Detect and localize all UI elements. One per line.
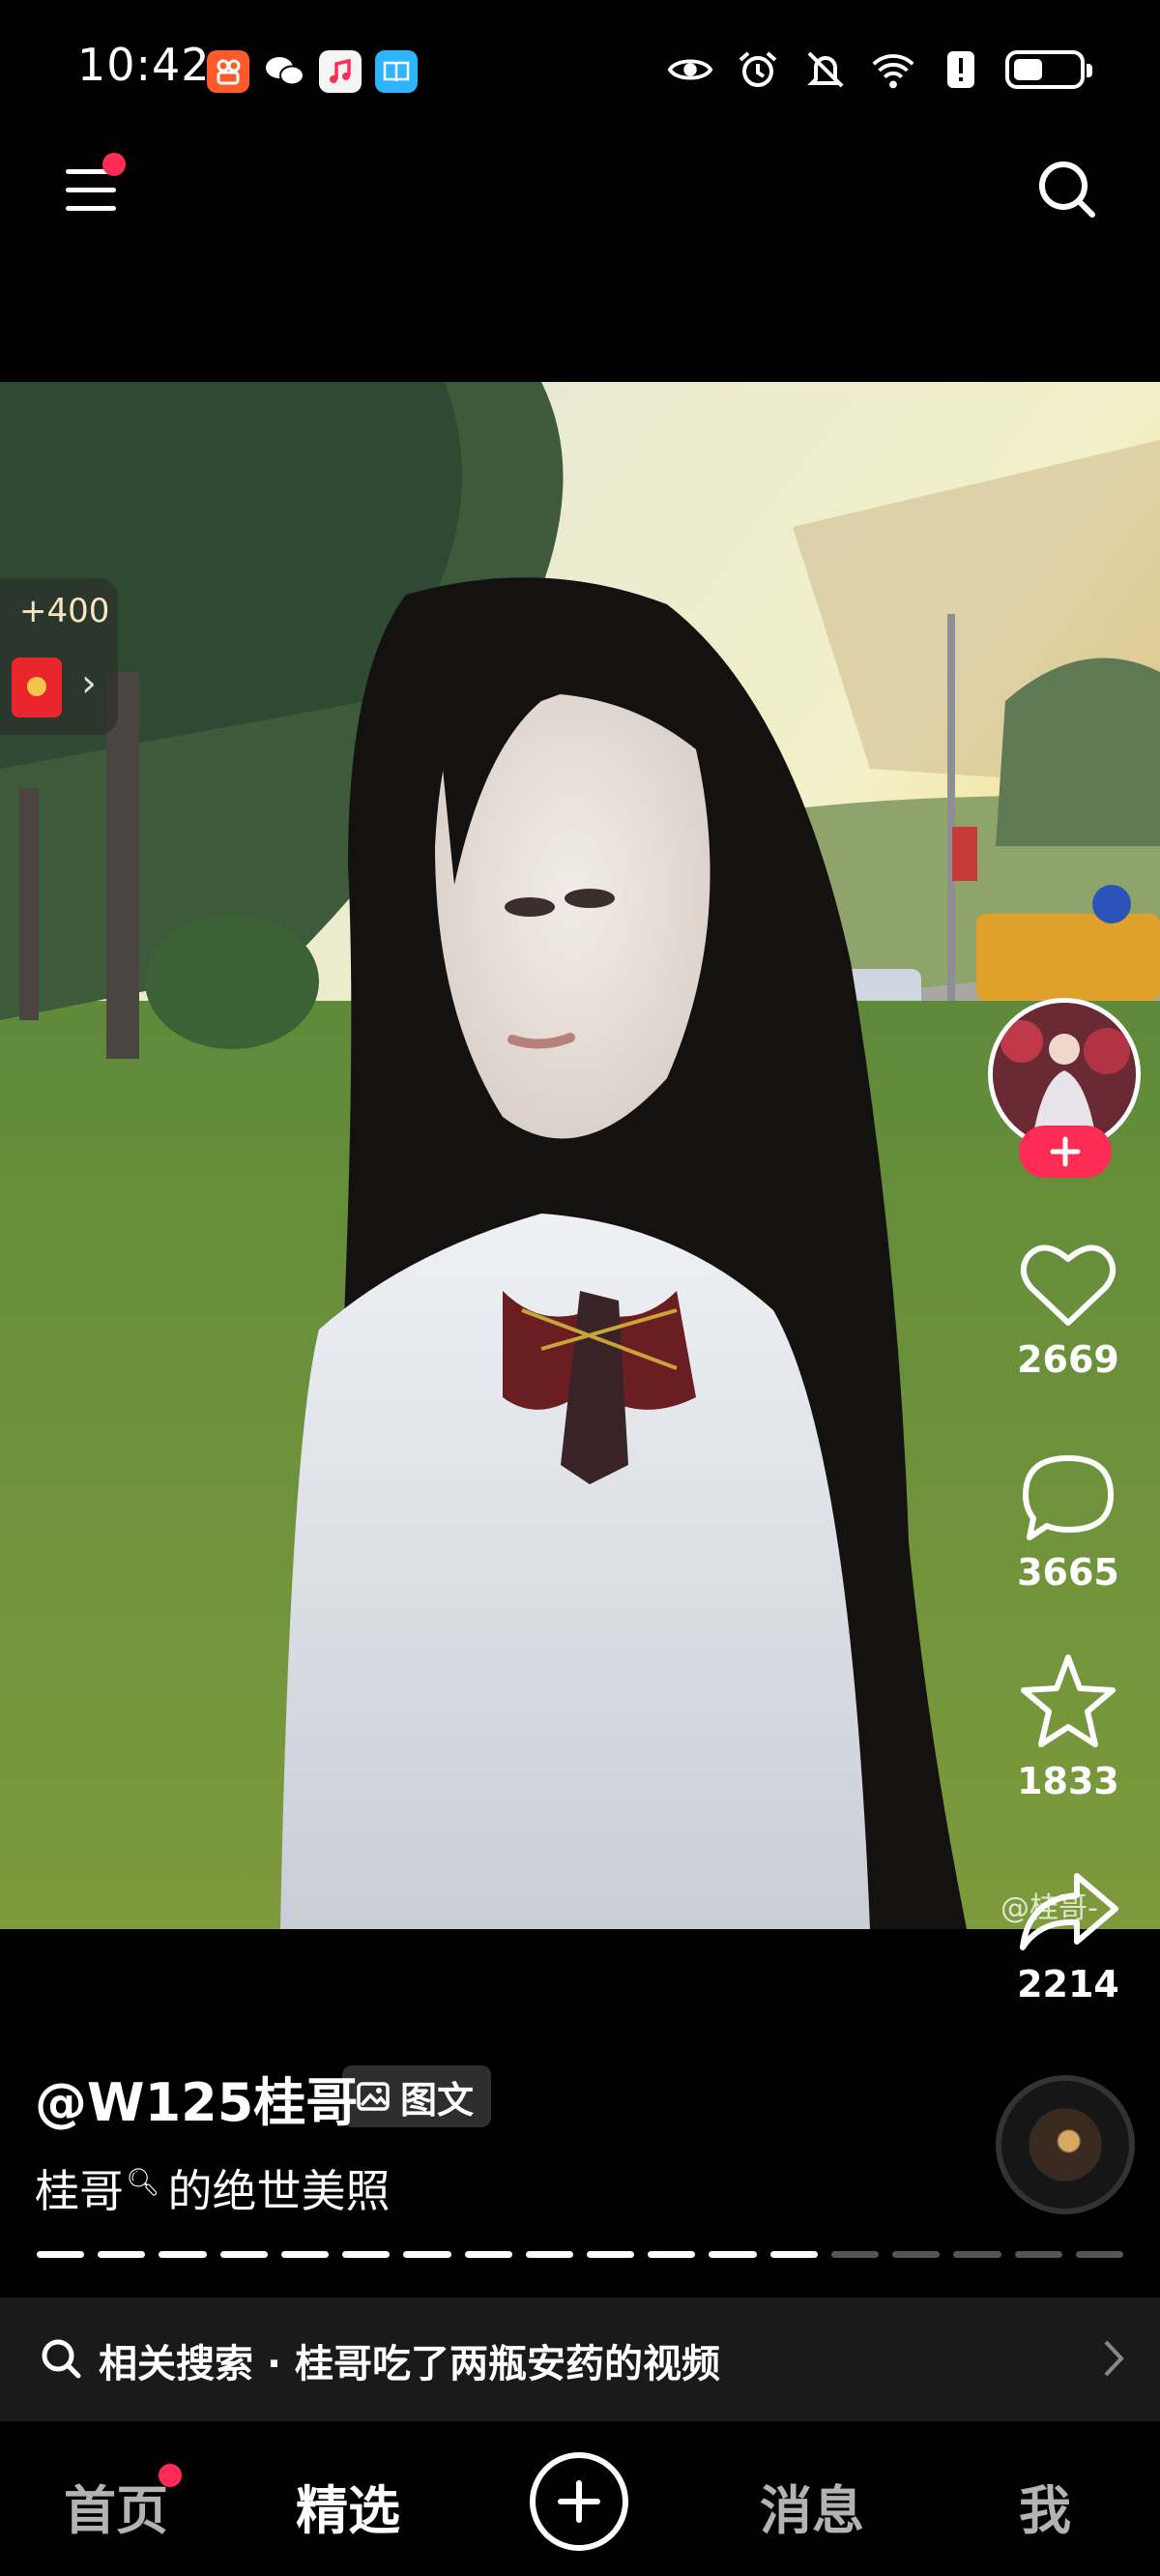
kuaishou-icon — [207, 50, 249, 93]
tab-home[interactable]: 首页 — [64, 2468, 168, 2544]
search-icon — [1039, 161, 1095, 218]
search-button[interactable] — [1032, 155, 1102, 224]
post-caption: 桂哥🔍︎ 的绝世美照 — [35, 2156, 391, 2220]
status-bar: 10:42 — [0, 0, 1160, 145]
reader-icon — [375, 50, 418, 93]
tab-me[interactable]: 我 — [1019, 2468, 1071, 2544]
plus-icon — [558, 2480, 600, 2523]
progress-segment — [586, 2251, 635, 2258]
star-icon — [1021, 1654, 1116, 1747]
plus-icon — [1050, 1136, 1081, 1167]
photo-watermark: @桂哥- — [1000, 1891, 1098, 1925]
image-icon — [357, 2082, 390, 2111]
progress-segment — [159, 2251, 207, 2258]
progress-segment — [648, 2251, 696, 2258]
battery-level — [1014, 59, 1042, 80]
related-search-bar[interactable]: 相关搜索 · 桂哥吃了两瓶安药的视频 — [0, 2298, 1160, 2421]
progress-segment — [98, 2251, 146, 2258]
comment-button[interactable]: 3665 — [996, 1450, 1141, 1594]
follow-button[interactable] — [1019, 1126, 1112, 1178]
progress-segment — [1014, 2251, 1062, 2258]
notification-app-icons — [207, 50, 418, 93]
create-button[interactable] — [530, 2452, 628, 2551]
music-icon — [319, 50, 362, 93]
alert-icon — [938, 46, 984, 93]
status-time: 10:42 — [77, 39, 211, 91]
menu-notification-dot — [102, 153, 126, 176]
home-notification-dot — [159, 2464, 182, 2487]
avatar-image — [993, 1003, 1136, 1146]
like-button[interactable]: 2669 — [996, 1238, 1141, 1381]
progress-segment — [342, 2251, 391, 2258]
post-type-badge: 图文 — [342, 2065, 492, 2127]
comment-count: 3665 — [1017, 1551, 1119, 1594]
music-disc[interactable] — [996, 2075, 1135, 2214]
related-search-text: 相关搜索 · 桂哥吃了两瓶安药的视频 — [99, 2342, 721, 2386]
progress-segment — [525, 2251, 573, 2258]
progress-segment — [1075, 2251, 1123, 2258]
search-keyword-icon: 🔍︎ — [126, 2165, 160, 2198]
progress-segment — [280, 2251, 330, 2258]
battery-icon — [1005, 50, 1092, 89]
caption-text: 的绝世美照 — [167, 2165, 391, 2217]
heart-icon — [1020, 1244, 1116, 1326]
chevron-right-icon — [1104, 2340, 1124, 2377]
favorite-count: 1833 — [1017, 1760, 1119, 1802]
progress-segment — [953, 2251, 1001, 2258]
progress-segment — [709, 2251, 757, 2258]
red-packet-icon — [12, 658, 62, 717]
system-status-icons — [667, 46, 1092, 93]
progress-segment — [830, 2251, 880, 2258]
eye-icon — [667, 46, 713, 93]
music-cover — [1030, 2109, 1101, 2181]
progress-segment — [892, 2251, 941, 2258]
tab-featured[interactable]: 精选 — [296, 2468, 400, 2544]
image-progress-indicator — [37, 2251, 1123, 2258]
reward-widget[interactable]: +400 › — [0, 578, 118, 735]
progress-segment — [464, 2251, 512, 2258]
progress-segment — [769, 2251, 818, 2258]
search-icon — [42, 2339, 81, 2379]
comment-icon — [1023, 1455, 1114, 1540]
like-count: 2669 — [1017, 1338, 1119, 1381]
tab-messages[interactable]: 消息 — [760, 2468, 864, 2544]
post-photo[interactable] — [0, 382, 1160, 1929]
favorite-button[interactable]: 1833 — [996, 1652, 1141, 1802]
reward-amount: +400 — [19, 592, 110, 630]
wechat-icon — [263, 50, 305, 93]
wifi-icon — [870, 46, 916, 93]
caption-keyword[interactable]: 桂哥 — [35, 2165, 124, 2217]
mute-icon — [802, 46, 849, 93]
chevron-right-icon: › — [81, 661, 97, 706]
share-count: 2214 — [1017, 1963, 1119, 2005]
portrait-image — [0, 382, 1160, 1929]
alarm-icon — [735, 46, 781, 93]
progress-segment — [219, 2251, 268, 2258]
progress-segment — [403, 2251, 451, 2258]
author-name[interactable]: @W125桂哥 — [35, 2060, 358, 2136]
post-type-label: 图文 — [400, 2078, 475, 2122]
progress-segment — [37, 2251, 85, 2258]
